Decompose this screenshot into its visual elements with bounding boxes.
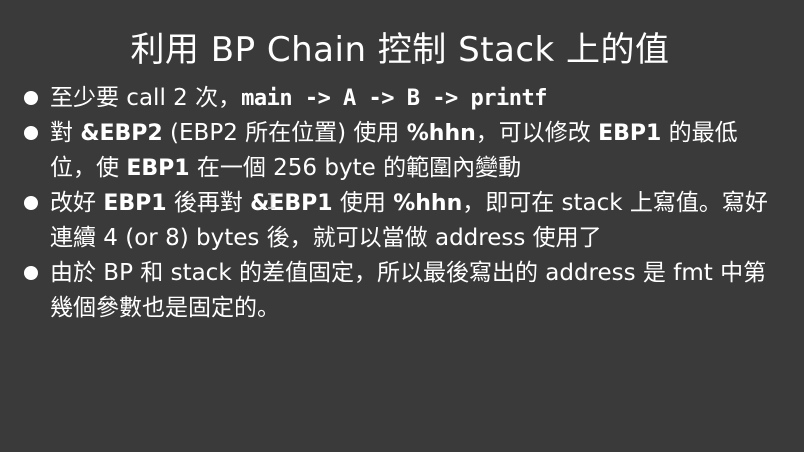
bullet-item: 對 &EBP2 (EBP2 所在位置) 使用 %hhn，可以修改 EBP1 的最… [22,116,778,186]
bullet-text: (EBP2 所在位置) 使用 [162,120,407,146]
bullet-text: 對 [50,120,81,146]
slide-title: 利用 BP Chain 控制 Stack 上的值 [130,30,670,70]
bold-text: %hhn [406,121,476,146]
bold-text: %hhn [393,191,463,216]
bullet-text: ，可以修改 [475,120,599,146]
bold-text: &EBP1 [250,191,333,216]
bold-text: EBP1 [103,191,167,216]
bullet-text: 使用 [332,190,394,216]
bullet-dot-icon [24,266,38,280]
bullet-list: 至少要 call 2 次，main -> A -> B -> printf 對 &… [22,81,778,326]
bullet-text: 後再對 [166,190,251,216]
bullet-text: 在一個 256 byte 的範圍內變動 [189,155,522,181]
bullet-item: 至少要 call 2 次，main -> A -> B -> printf [22,81,778,116]
bullet-text: 至少要 call 2 次， [50,85,242,111]
bullet-item: 改好 EBP1 後再對 &EBP1 使用 %hhn，即可在 stack 上寫值。… [22,186,778,256]
bold-text: EBP1 [598,121,662,146]
bold-text: &EBP2 [80,121,163,146]
bullet-dot-icon [24,196,38,210]
bullet-text: 改好 [50,190,104,216]
bold-text: EBP1 [126,156,190,181]
bullet-dot-icon [24,91,38,105]
bullet-dot-icon [24,126,38,140]
bullet-item: 由於 BP 和 stack 的差值固定，所以最後寫出的 address 是 fm… [22,256,778,326]
bullet-text: 由於 BP 和 stack 的差值固定，所以最後寫出的 address 是 fm… [50,260,767,321]
code-text: main -> A -> B -> printf [241,86,547,111]
slide: 利用 BP Chain 控制 Stack 上的值 至少要 call 2 次，ma… [0,0,804,452]
